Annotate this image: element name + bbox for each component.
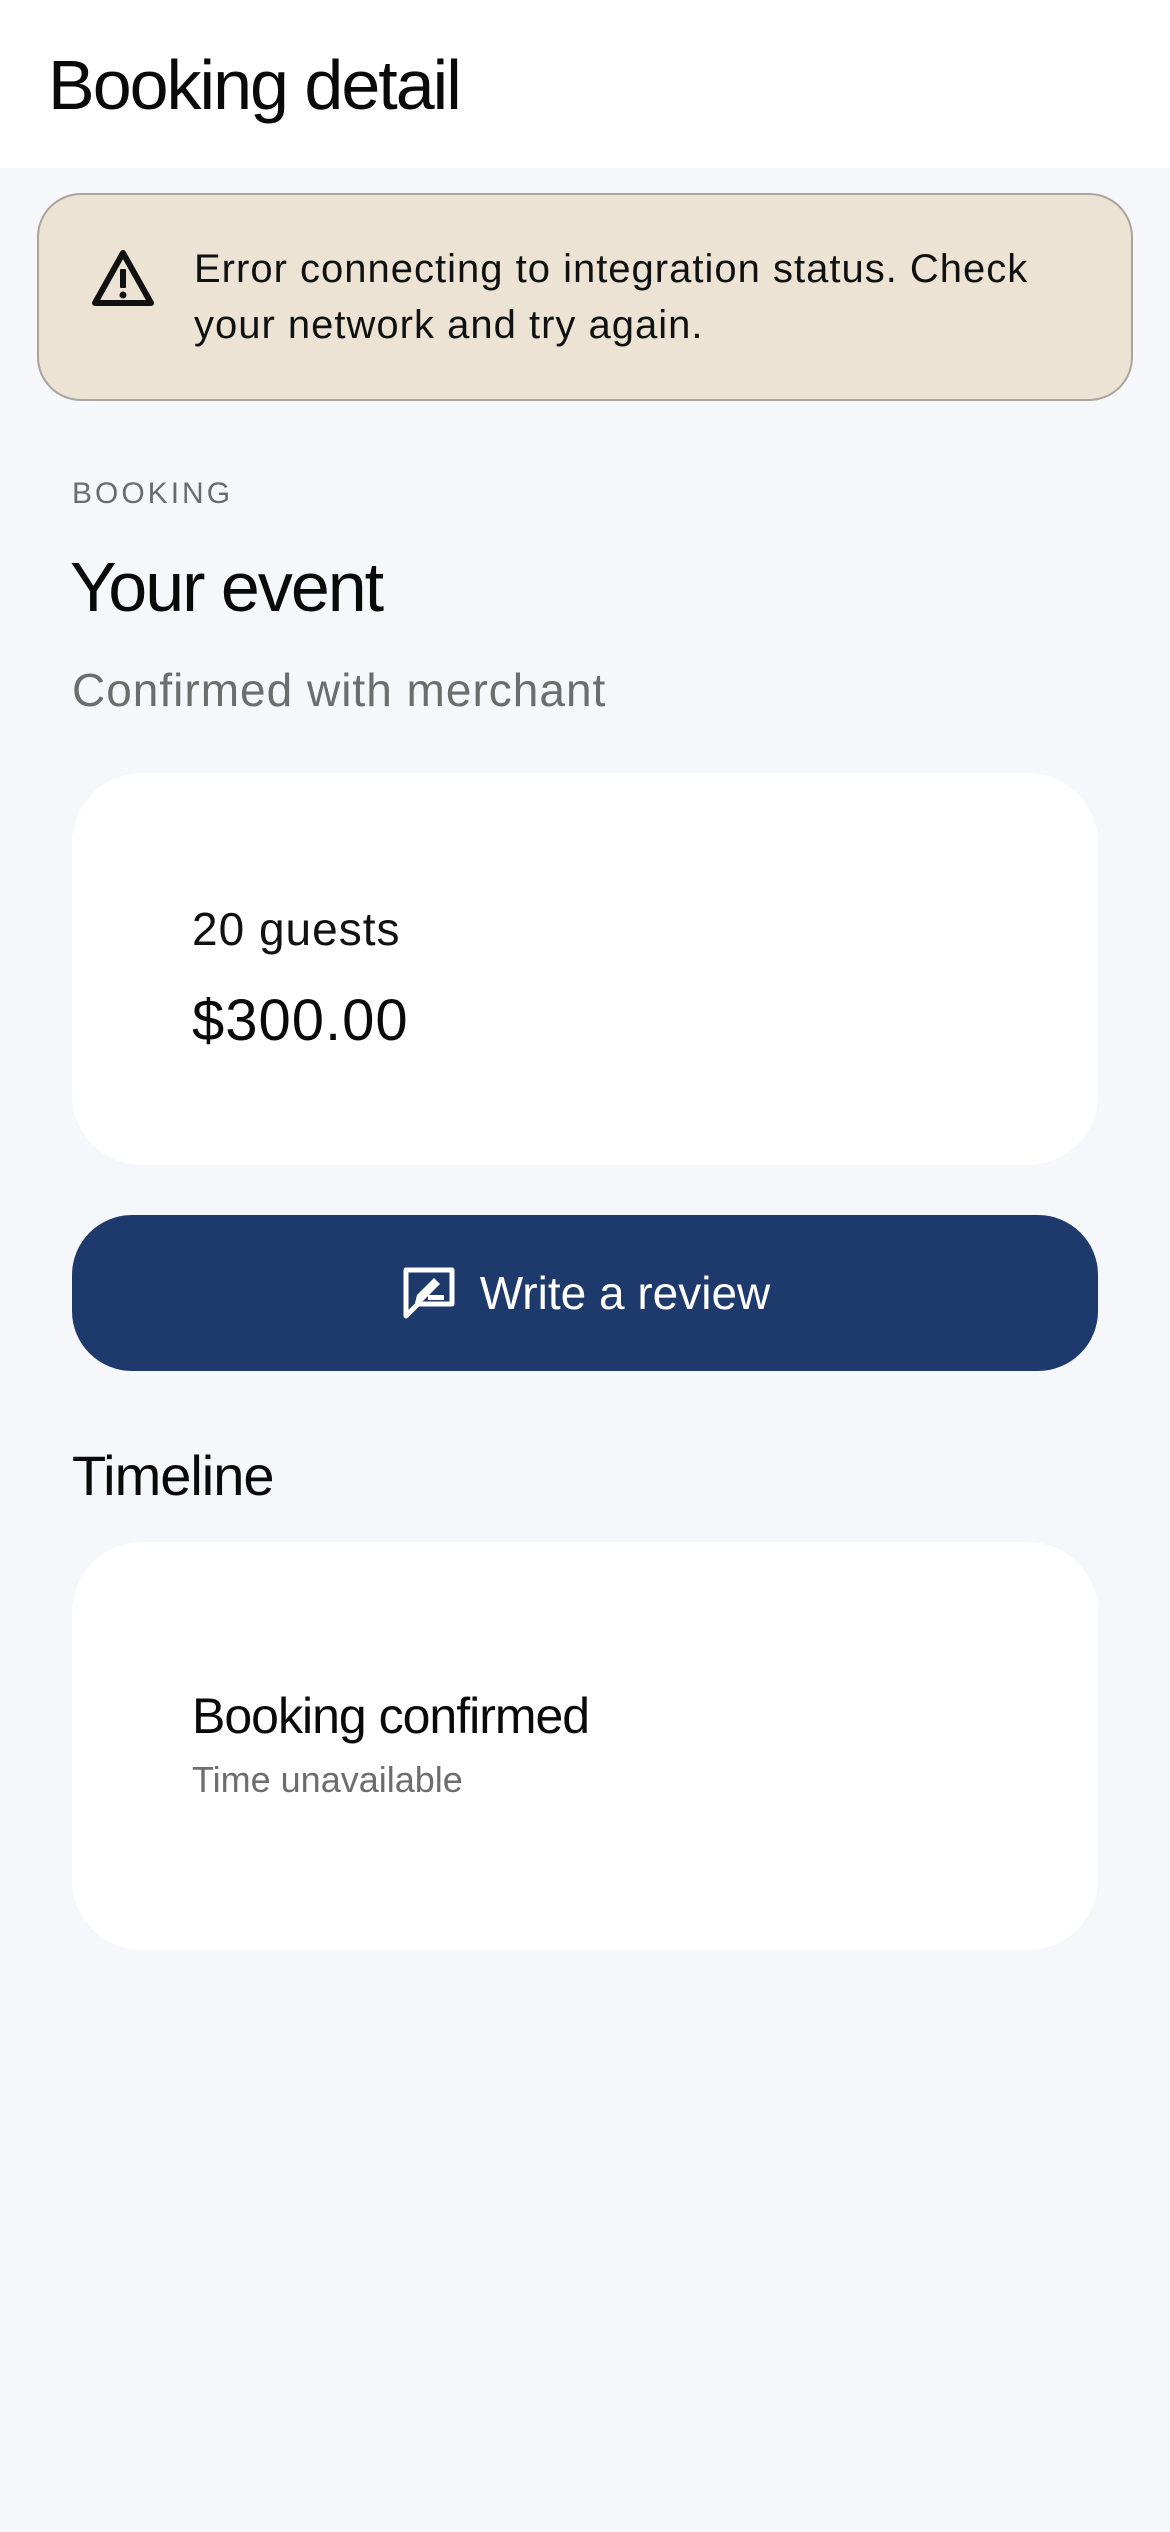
write-review-button[interactable]: Write a review xyxy=(72,1215,1098,1371)
error-banner: Error connecting to integration status. … xyxy=(37,193,1133,401)
page-title: Booking detail xyxy=(48,46,462,124)
event-title: Your event xyxy=(70,548,384,626)
timeline-event-title: Booking confirmed xyxy=(192,1688,590,1744)
app-header: Booking detail xyxy=(0,0,1170,168)
review-icon xyxy=(403,1267,455,1319)
booking-eyebrow: BOOKING xyxy=(72,477,234,510)
timeline-card: Booking confirmed Time unavailable xyxy=(72,1542,1098,1950)
booking-summary-card: 20 guests $300.00 xyxy=(72,773,1098,1165)
guest-count: 20 guests xyxy=(192,903,401,955)
timeline-event-time: Time unavailable xyxy=(192,1759,463,1800)
timeline-heading: Timeline xyxy=(72,1444,275,1507)
event-status: Confirmed with merchant xyxy=(72,664,607,716)
warning-icon xyxy=(92,250,154,306)
error-message: Error connecting to integration status. … xyxy=(194,247,1029,347)
write-review-label: Write a review xyxy=(479,1267,771,1319)
booking-price: $300.00 xyxy=(192,988,409,1053)
